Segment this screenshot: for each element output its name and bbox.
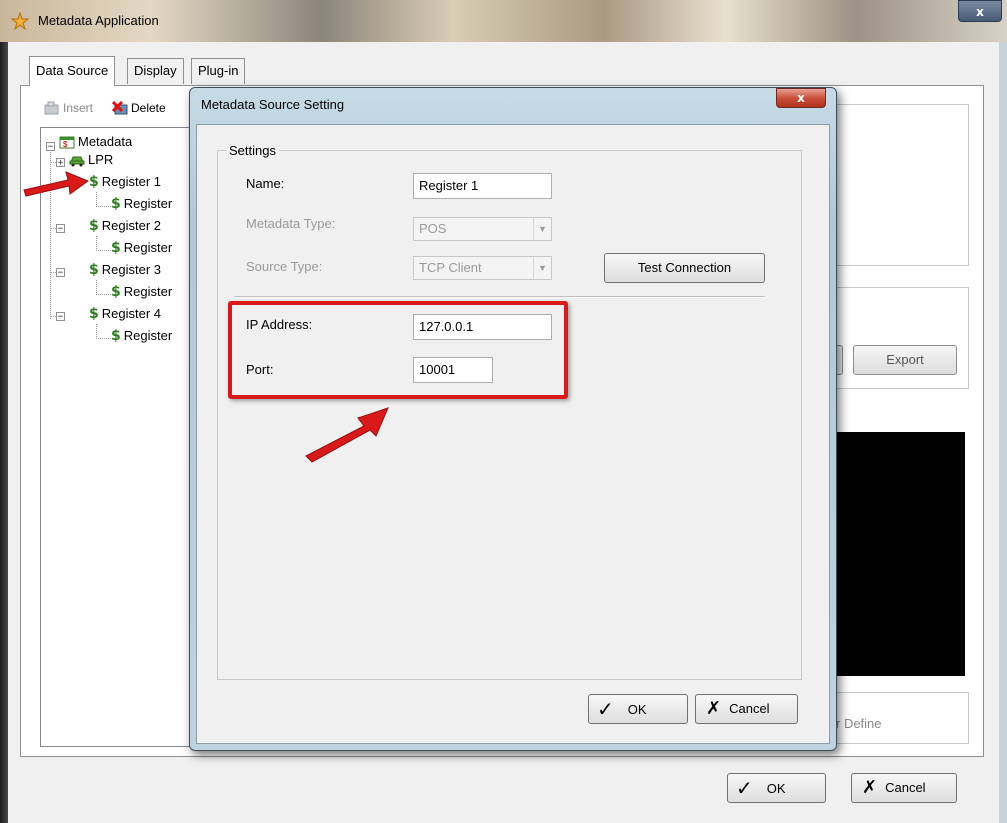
dialog-close-button[interactable]: x: [776, 88, 826, 108]
x-icon: ✗: [706, 698, 722, 719]
tree-item-register-4[interactable]: $ Register 4: [89, 306, 161, 322]
user-define-label[interactable]: r Define: [836, 716, 882, 731]
dollar-register-icon: $: [111, 328, 121, 344]
tree-item-lpr[interactable]: LPR: [69, 152, 113, 167]
source-type-select[interactable]: TCP Client ▼: [413, 256, 552, 280]
test-connection-button[interactable]: Test Connection: [604, 253, 765, 283]
tree-line: [96, 280, 97, 295]
tree-item-label: Register: [123, 328, 173, 343]
tree-item-metadata[interactable]: $ Metadata: [59, 134, 132, 149]
tree-line: [96, 236, 97, 251]
tree-item-label: Register 3: [101, 262, 161, 277]
settings-group-label: Settings: [226, 143, 279, 158]
tree-line: [96, 338, 111, 339]
insert-label: Insert: [63, 101, 94, 115]
tree-item-label: Register: [123, 284, 173, 299]
tree-item-register-3[interactable]: $ Register 3: [89, 262, 161, 278]
tree-item-label: LPR: [88, 152, 114, 167]
dollar-register-icon: $: [89, 262, 99, 278]
tab-plug-in[interactable]: Plug-in: [191, 58, 246, 84]
tree-line: [96, 250, 111, 251]
tree-item-label: Metadata: [78, 134, 133, 149]
tree-item-register-4-source[interactable]: $ Register: [111, 328, 172, 344]
tree-line: [96, 192, 97, 207]
tree-line: [96, 294, 111, 295]
tree-collapse-toggle[interactable]: −: [56, 268, 65, 278]
dollar-register-icon: $: [89, 306, 99, 322]
cancel-label: Cancel: [885, 780, 926, 795]
dollar-register-icon: $: [89, 218, 99, 234]
insert-button[interactable]: Insert: [44, 101, 93, 115]
separator: [234, 296, 765, 298]
delete-icon: [112, 101, 128, 115]
dollar-register-icon: $: [111, 240, 121, 256]
arrow-annotation: [305, 407, 389, 463]
window-frame-left: [0, 42, 8, 823]
ok-label: OK: [766, 781, 786, 796]
cancel-label: Cancel: [729, 701, 770, 716]
database-icon: $: [59, 136, 75, 149]
delete-button[interactable]: Delete: [112, 101, 166, 115]
insert-icon: [44, 101, 59, 115]
dialog-cancel-button[interactable]: ✗ Cancel: [695, 694, 798, 724]
tab-display[interactable]: Display: [127, 58, 184, 84]
checkmark-icon: ✓: [736, 776, 753, 800]
source-type-value: TCP Client: [419, 260, 482, 275]
tree-expand-toggle[interactable]: +: [56, 158, 65, 168]
tree-item-register-1[interactable]: $ Register 1: [89, 174, 161, 190]
tree-item-label: Register: [123, 240, 173, 255]
dollar-register-icon: $: [111, 196, 121, 212]
window-frame-right: [999, 42, 1007, 823]
tree-collapse-toggle[interactable]: −: [46, 142, 55, 152]
tree-item-register-2[interactable]: $ Register 2: [89, 218, 161, 234]
delete-label: Delete: [131, 101, 166, 115]
export-button[interactable]: Export: [853, 345, 957, 375]
name-field[interactable]: Register 1: [413, 173, 552, 199]
highlight-box: [228, 301, 568, 399]
checkmark-icon: ✓: [597, 697, 614, 721]
properties-group: [827, 104, 969, 266]
cancel-button[interactable]: ✗ Cancel: [851, 773, 957, 803]
dollar-register-icon: $: [111, 284, 121, 300]
ok-button[interactable]: ✓ OK: [727, 773, 826, 803]
tree-line: [96, 324, 97, 339]
metadata-tree[interactable]: − $ Metadata + LPR $ Register 1 $ Register…: [40, 127, 200, 747]
car-icon: [69, 156, 85, 167]
window-close-button[interactable]: x: [958, 0, 1002, 22]
svg-text:$: $: [63, 140, 68, 149]
tree-collapse-toggle[interactable]: −: [56, 312, 65, 322]
tree-item-register-1-source[interactable]: $ Register: [111, 196, 172, 212]
metadata-type-label: Metadata Type:: [246, 216, 336, 231]
tree-item-register-3-source[interactable]: $ Register: [111, 284, 172, 300]
chevron-down-icon: ▼: [533, 218, 551, 240]
tree-line: [96, 206, 111, 207]
tree-item-label: Register 4: [101, 306, 161, 321]
x-icon: ✗: [862, 777, 878, 798]
dollar-register-icon: $: [89, 174, 99, 190]
tree-item-register-2-source[interactable]: $ Register: [111, 240, 172, 256]
tab-data-source[interactable]: Data Source: [29, 56, 116, 86]
name-label: Name:: [246, 176, 285, 191]
dialog-ok-button[interactable]: ✓ OK: [588, 694, 688, 724]
tree-item-label: Register 2: [101, 218, 161, 233]
tree-item-label: Register 1: [101, 174, 161, 189]
ok-label: OK: [627, 702, 647, 717]
window-title: Metadata Application: [38, 13, 159, 28]
app-icon: [10, 12, 30, 30]
metadata-type-select[interactable]: POS ▼: [413, 217, 552, 241]
preview-area: [832, 432, 965, 676]
tree-item-label: Register: [123, 196, 173, 211]
source-type-label: Source Type:: [246, 259, 323, 274]
dialog-title: Metadata Source Setting: [201, 97, 345, 112]
chevron-down-icon: ▼: [533, 257, 551, 279]
tree-collapse-toggle[interactable]: −: [56, 224, 65, 234]
arrow-annotation: [23, 171, 90, 197]
metadata-type-value: POS: [419, 221, 447, 236]
